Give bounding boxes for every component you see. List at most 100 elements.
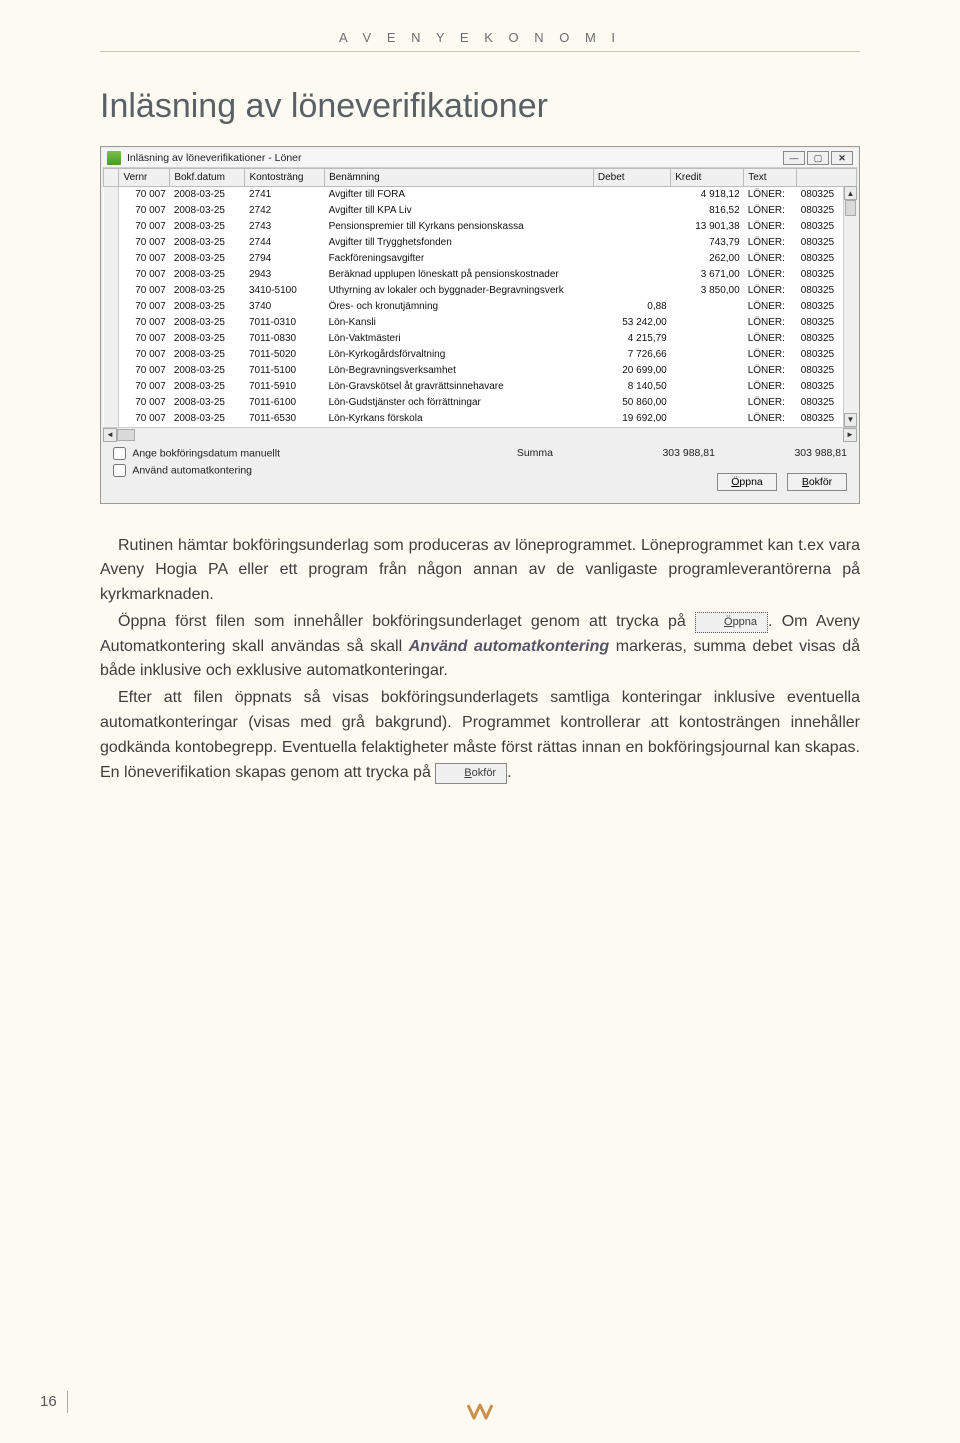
manual-date-checkbox[interactable]: Ange bokföringsdatum manuellt [113, 447, 517, 460]
cell-kredit: 3 850,00 [671, 283, 744, 299]
scroll-right-icon[interactable]: ► [843, 428, 857, 442]
table-row[interactable]: 70 0072008-03-252743Pensionspremier till… [104, 219, 857, 235]
table-row[interactable]: 70 0072008-03-257011-5910Lön-Gravskötsel… [104, 379, 857, 395]
row-checkbox-cell[interactable] [104, 235, 119, 251]
cell-vernr: 70 007 [119, 411, 170, 427]
cell-date: 2008-03-25 [170, 347, 245, 363]
row-checkbox-cell[interactable] [104, 363, 119, 379]
scroll-up-icon[interactable]: ▲ [844, 186, 857, 200]
cell-vernr: 70 007 [119, 187, 170, 203]
table-row[interactable]: 70 0072008-03-257011-0830Lön-Vaktmästeri… [104, 331, 857, 347]
summa-label: Summa [517, 447, 553, 459]
minimize-button[interactable]: — [783, 151, 805, 165]
close-button[interactable]: ✕ [831, 151, 853, 165]
table-row[interactable]: 70 0072008-03-252943Beräknad upplupen lö… [104, 267, 857, 283]
cell-benamning: Lön-Begravningsverksamhet [325, 363, 594, 379]
table-row[interactable]: 70 0072008-03-257011-5020Lön-Kyrkogårdsf… [104, 347, 857, 363]
cell-konto: 7011-0830 [245, 331, 325, 347]
table-row[interactable]: 70 0072008-03-257011-0310Lön-Kansli53 24… [104, 315, 857, 331]
table-row[interactable]: 70 0072008-03-257011-6100Lön-Gudstjänste… [104, 395, 857, 411]
cell-benamning: Lön-Vaktmästeri [325, 331, 594, 347]
window-controls: — ▢ ✕ [783, 151, 853, 165]
row-checkbox-cell[interactable] [104, 411, 119, 427]
page-title: Inläsning av löneverifikationer [100, 87, 960, 126]
col-header-kredit[interactable]: Kredit [671, 169, 744, 187]
window-footer: Ange bokföringsdatum manuellt Använd aut… [103, 441, 857, 501]
cell-benamning: Pensionspremier till Kyrkans pensionskas… [325, 219, 594, 235]
cell-vernr: 70 007 [119, 395, 170, 411]
col-header-kontostrang[interactable]: Kontosträng [245, 169, 325, 187]
row-checkbox-cell[interactable] [104, 251, 119, 267]
cell-kredit: 743,79 [671, 235, 744, 251]
open-button[interactable]: Öppna [717, 473, 777, 491]
row-checkbox-cell[interactable] [104, 347, 119, 363]
scroll-thumb[interactable] [845, 200, 856, 216]
cell-benamning: Lön-Gravskötsel åt gravrättsinnehavare [325, 379, 594, 395]
row-checkbox-cell[interactable] [104, 187, 119, 203]
cell-konto: 3410-5100 [245, 283, 325, 299]
cell-kredit [671, 411, 744, 427]
inline-open-button[interactable]: Öppna [695, 612, 768, 633]
cell-text: LÖNER: [744, 411, 797, 427]
row-checkbox-cell[interactable] [104, 395, 119, 411]
paragraph-1: Rutinen hämtar bokföringsunderlag som pr… [100, 534, 860, 608]
maximize-button[interactable]: ▢ [807, 151, 829, 165]
data-grid-area: Vernr Bokf.datum Kontosträng Benämning D… [103, 168, 857, 441]
cell-kredit: 262,00 [671, 251, 744, 267]
cell-text: LÖNER: [744, 331, 797, 347]
table-row[interactable]: 70 0072008-03-252794Fackföreningsavgifte… [104, 251, 857, 267]
horizontal-scrollbar[interactable]: ◄ ► [103, 427, 857, 441]
col-header-bokfdatum[interactable]: Bokf.datum [170, 169, 245, 187]
cell-debet [593, 283, 670, 299]
col-header-text[interactable]: Text [744, 169, 797, 187]
cell-vernr: 70 007 [119, 379, 170, 395]
auto-kontering-checkbox[interactable]: Använd automatkontering [113, 464, 517, 477]
row-checkbox-cell[interactable] [104, 379, 119, 395]
cell-vernr: 70 007 [119, 315, 170, 331]
cell-benamning: Fackföreningsavgifter [325, 251, 594, 267]
cell-text: LÖNER: [744, 283, 797, 299]
cell-benamning: Lön-Kansli [325, 315, 594, 331]
cell-konto: 2744 [245, 235, 325, 251]
table-row[interactable]: 70 0072008-03-253410-5100Uthyrning av lo… [104, 283, 857, 299]
col-header-extra [797, 169, 857, 187]
cell-text: LÖNER: [744, 235, 797, 251]
cell-debet [593, 187, 670, 203]
scroll-down-icon[interactable]: ▼ [844, 413, 857, 427]
paragraph-2: Öppna först filen som innehåller bokföri… [100, 610, 860, 684]
bokfor-button[interactable]: Bokför [787, 473, 847, 491]
manual-date-checkbox-input[interactable] [113, 447, 126, 460]
cell-benamning: Avgifter till KPA Liv [325, 203, 594, 219]
cell-debet: 7 726,66 [593, 347, 670, 363]
cell-kredit: 13 901,38 [671, 219, 744, 235]
table-row[interactable]: 70 0072008-03-252741Avgifter till FORA4 … [104, 187, 857, 203]
row-checkbox-cell[interactable] [104, 331, 119, 347]
table-row[interactable]: 70 0072008-03-252744Avgifter till Tryggh… [104, 235, 857, 251]
table-row[interactable]: 70 0072008-03-257011-6530Lön-Kyrkans för… [104, 411, 857, 427]
cell-benamning: Uthyrning av lokaler och byggnader-Begra… [325, 283, 594, 299]
col-header-debet[interactable]: Debet [593, 169, 670, 187]
body-text: Rutinen hämtar bokföringsunderlag som pr… [100, 534, 860, 786]
cell-kredit [671, 379, 744, 395]
cell-debet [593, 203, 670, 219]
cell-date: 2008-03-25 [170, 187, 245, 203]
inline-bokfor-button[interactable]: Bokför [435, 763, 507, 784]
cell-date: 2008-03-25 [170, 203, 245, 219]
row-checkbox-cell[interactable] [104, 267, 119, 283]
row-checkbox-cell[interactable] [104, 203, 119, 219]
table-row[interactable]: 70 0072008-03-253740Öres- och kronutjämn… [104, 299, 857, 315]
table-row[interactable]: 70 0072008-03-257011-5100Lön-Begravnings… [104, 363, 857, 379]
vertical-scrollbar[interactable]: ▲ ▼ [843, 186, 857, 427]
auto-kontering-checkbox-input[interactable] [113, 464, 126, 477]
row-checkbox-cell[interactable] [104, 299, 119, 315]
row-checkbox-cell[interactable] [104, 315, 119, 331]
cell-vernr: 70 007 [119, 235, 170, 251]
hscroll-thumb[interactable] [117, 429, 135, 441]
row-checkbox-cell[interactable] [104, 283, 119, 299]
row-checkbox-cell[interactable] [104, 219, 119, 235]
scroll-left-icon[interactable]: ◄ [103, 428, 117, 442]
col-header-vernr[interactable]: Vernr [119, 169, 170, 187]
col-header-benamning[interactable]: Benämning [325, 169, 594, 187]
cell-vernr: 70 007 [119, 363, 170, 379]
table-row[interactable]: 70 0072008-03-252742Avgifter till KPA Li… [104, 203, 857, 219]
